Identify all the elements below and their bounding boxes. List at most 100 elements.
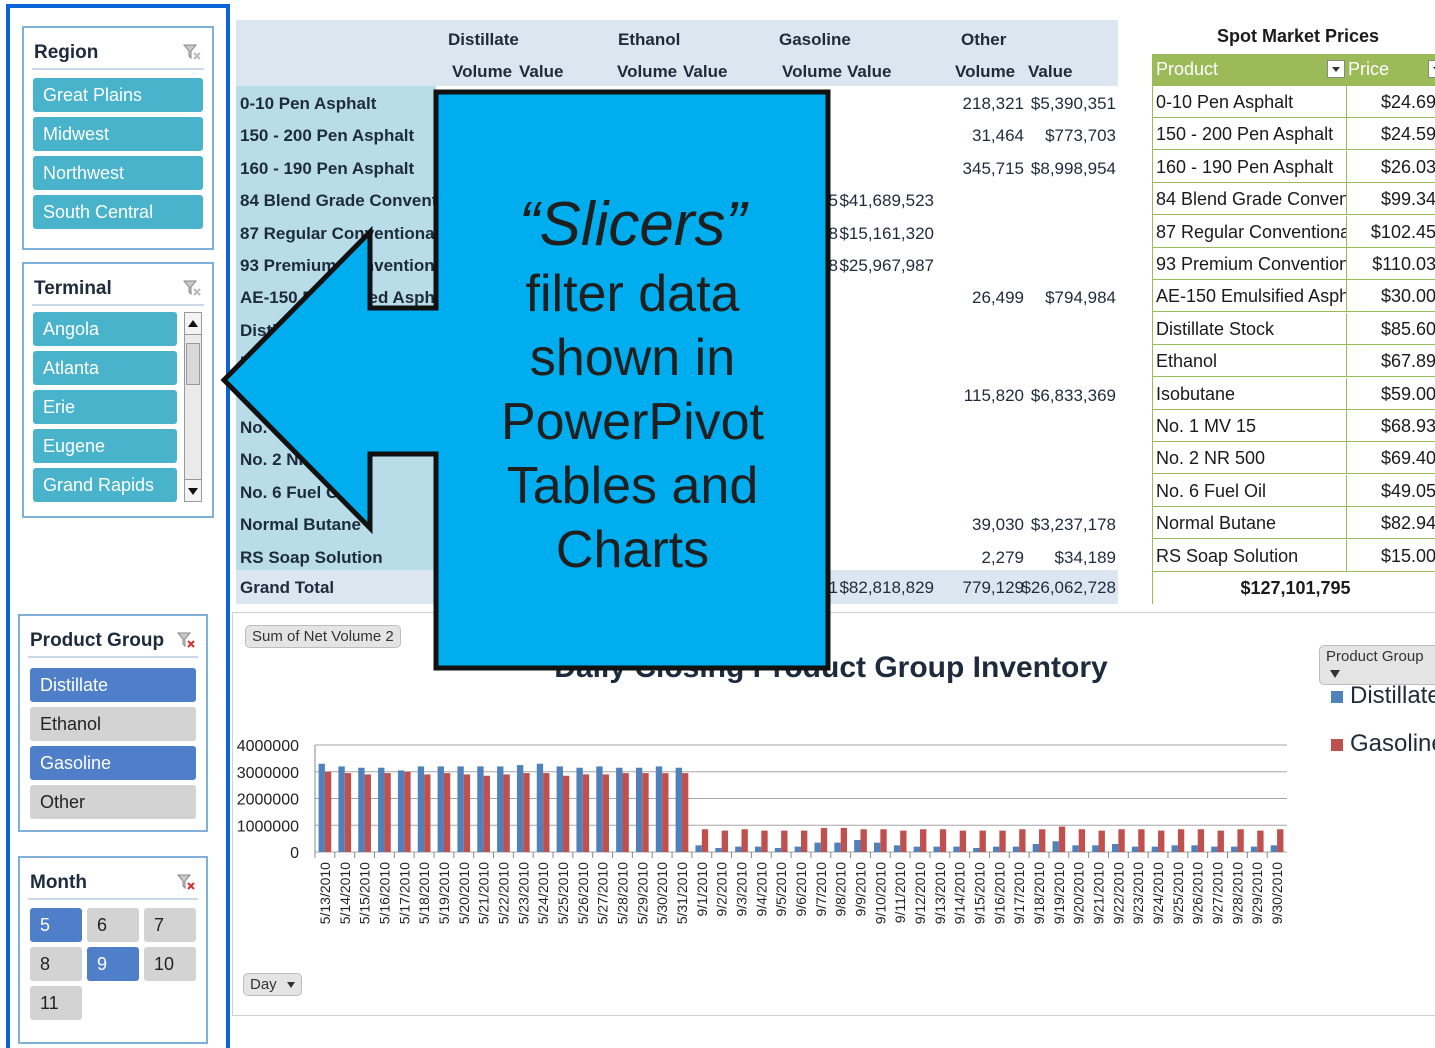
bar-distillate <box>616 767 623 852</box>
pivot-row-label[interactable]: 150 - 200 Pen Asphalt <box>240 126 414 146</box>
pivot-row-label[interactable]: Normal Butane <box>240 515 361 535</box>
terminal-scrollbar[interactable] <box>184 312 202 502</box>
bar-distillate <box>1231 846 1238 852</box>
bar-gasoline <box>582 774 590 852</box>
bar-gasoline <box>602 774 609 852</box>
scroll-down-arrow-icon[interactable] <box>185 479 201 501</box>
legend-swatch-gasoline <box>1331 739 1343 751</box>
column-divider <box>1346 118 1347 151</box>
bar-distillate <box>457 766 464 852</box>
pivot-row-label[interactable]: 93 Premium Conventional <box>240 256 449 276</box>
other-value-cell: $34,189 <box>1054 547 1116 567</box>
month-item-9[interactable]: 9 <box>87 947 139 981</box>
terminal-item-grand-rapids[interactable]: Grand Rapids <box>33 468 177 502</box>
region-item-northwest[interactable]: Northwest <box>33 156 203 190</box>
spot-product: 93 Premium Conventiona <box>1156 254 1346 274</box>
product-group-item-gasoline[interactable]: Gasoline <box>30 746 196 780</box>
region-item-great-plains[interactable]: Great Plains <box>33 78 203 112</box>
x-tick-label: 5/24/2010 <box>535 862 551 924</box>
price-filter-dropdown[interactable] <box>1428 60 1435 78</box>
month-item-10[interactable]: 10 <box>144 947 196 981</box>
x-tick-label: 9/26/2010 <box>1190 862 1206 924</box>
bar-gasoline <box>1277 829 1284 852</box>
bar-distillate <box>1151 846 1159 852</box>
pivot-row-label[interactable]: No. 1 MV 15 <box>240 418 335 438</box>
bar-distillate <box>576 767 583 852</box>
spot-price: $30.00 <box>1380 286 1435 307</box>
spot-market-table: Spot Market Prices Product Price 0-10 Pe… <box>1150 22 1435 604</box>
scroll-up-arrow-icon[interactable] <box>185 313 201 335</box>
product-group-item-ethanol[interactable]: Ethanol <box>30 707 196 741</box>
month-item-8[interactable]: 8 <box>30 947 82 981</box>
x-tick-label: 9/25/2010 <box>1170 862 1186 924</box>
terminal-item-erie[interactable]: Erie <box>33 390 177 424</box>
bar-gasoline <box>920 829 927 852</box>
pivot-row-label[interactable]: AE-150 Emulsified Asph <box>240 288 435 308</box>
spot-price: $15.00 <box>1380 545 1435 566</box>
pivot-row-label[interactable]: 0-10 Pen Asphalt <box>240 94 376 114</box>
product-filter-dropdown[interactable] <box>1327 60 1345 78</box>
pivot-row-label[interactable]: Distillate Stock <box>240 321 362 341</box>
x-tick-label: 5/17/2010 <box>396 862 412 924</box>
slicer-header: Region <box>32 36 204 70</box>
clear-filter-icon[interactable] <box>176 630 196 650</box>
bar-gasoline <box>1039 829 1046 852</box>
terminal-item-atlanta[interactable]: Atlanta <box>33 351 177 385</box>
product-group-item-distillate[interactable]: Distillate <box>30 668 196 702</box>
bar-distillate <box>358 767 365 852</box>
x-tick-label: 5/30/2010 <box>654 862 670 924</box>
bar-gasoline <box>1217 830 1224 852</box>
month-item-5[interactable]: 5 <box>30 908 82 942</box>
clear-filter-icon[interactable] <box>182 42 202 62</box>
bar-distillate <box>1270 845 1278 852</box>
bar-distillate <box>397 770 405 852</box>
column-group-distillate[interactable]: Distillate <box>448 30 519 50</box>
pivot-row-label[interactable]: No. 6 Fuel Oil <box>240 483 349 503</box>
column-group-gasoline[interactable]: Gasoline <box>779 30 851 50</box>
other-value-cell: $3,237,178 <box>1030 515 1116 535</box>
month-item-7[interactable]: 7 <box>144 908 196 942</box>
month-item-11[interactable]: 11 <box>30 986 82 1020</box>
pivot-row-label[interactable]: Isobutane <box>240 386 320 406</box>
x-tick-label: 5/28/2010 <box>614 862 630 924</box>
clear-filter-icon[interactable] <box>182 278 202 298</box>
terminal-item-angola[interactable]: Angola <box>33 312 177 346</box>
pivot-row-label[interactable]: Ethanol <box>240 353 302 373</box>
month-item-6[interactable]: 6 <box>87 908 139 942</box>
pivot-row-label[interactable]: 84 Blend Grade Conventional <box>240 191 477 211</box>
x-tick-label: 5/15/2010 <box>357 862 373 924</box>
pivot-row-label[interactable]: RS Soap Solution <box>240 548 383 568</box>
column-divider <box>1346 280 1347 313</box>
spot-row: Isobutane $59.00 <box>1152 377 1435 410</box>
region-item-south-central[interactable]: South Central <box>33 195 203 229</box>
other-value-cell: $773,703 <box>1045 126 1116 146</box>
x-tick-label: 9/14/2010 <box>952 862 968 924</box>
column-divider <box>1346 410 1347 442</box>
other-volume-cell: 115,820 <box>963 385 1024 405</box>
grand-total-other-value: $26,062,728 <box>1021 578 1116 597</box>
grand-total-other-volume: 779,129 <box>962 578 1024 597</box>
grand-total-gasoline-value: $82,818,829 <box>839 578 934 597</box>
pivot-row-label[interactable]: 87 Regular Conventional <box>240 224 439 244</box>
product-group-item-other[interactable]: Other <box>30 785 196 819</box>
bar-distillate <box>1052 841 1059 852</box>
scroll-thumb[interactable] <box>186 343 200 385</box>
y-tick-label: 3000000 <box>237 765 299 782</box>
x-tick-label: 9/18/2010 <box>1031 862 1047 924</box>
terminal-item-eugene[interactable]: Eugene <box>33 429 177 463</box>
pivot-row-label[interactable]: 160 - 190 Pen Asphalt <box>240 159 414 179</box>
bar-gasoline <box>1158 830 1165 852</box>
x-tick-label: 9/13/2010 <box>932 862 948 924</box>
clear-filter-icon[interactable] <box>176 872 196 892</box>
column-group-ethanol[interactable]: Ethanol <box>618 30 680 50</box>
y-tick-label: 0 <box>290 845 299 862</box>
other-volume-cell: 31,464 <box>972 126 1024 146</box>
pivot-row-label[interactable]: No. 2 NR 500 <box>240 450 344 470</box>
column-group-other[interactable]: Other <box>961 30 1006 50</box>
bar-gasoline <box>1118 829 1125 852</box>
spot-total: $127,101,795 <box>1152 572 1435 604</box>
spot-price: $102.45 <box>1370 221 1435 242</box>
region-item-midwest[interactable]: Midwest <box>33 117 203 151</box>
column-divider <box>1346 507 1347 540</box>
other-value-cell: $8,998,954 <box>1030 158 1116 178</box>
